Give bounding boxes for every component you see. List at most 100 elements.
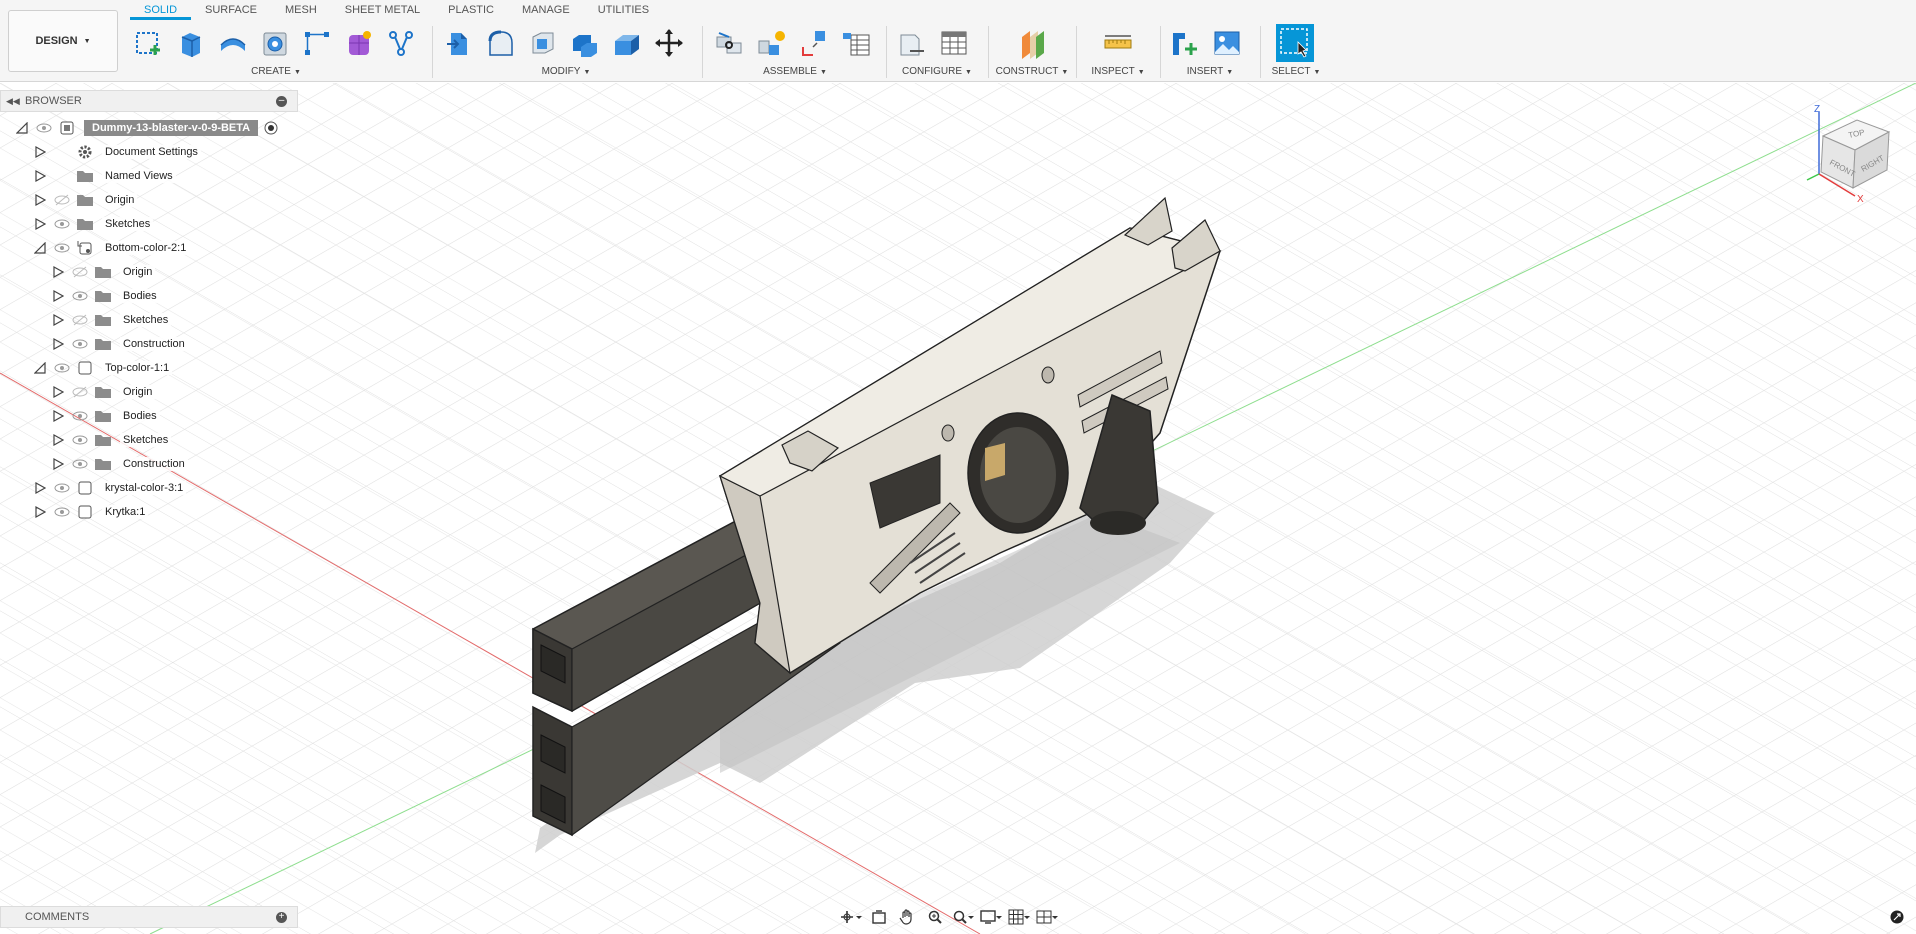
shell-icon[interactable]: [524, 24, 562, 62]
browser-item-named-views[interactable]: Named Views: [34, 166, 176, 186]
offset-plane-icon[interactable]: [1013, 24, 1051, 62]
configure-icon[interactable]: [893, 24, 931, 62]
new-component-icon[interactable]: [752, 24, 790, 62]
viewcube[interactable]: TOP FRONT RIGHT Z X: [1805, 104, 1905, 205]
display-settings-icon[interactable]: [978, 907, 1004, 927]
as-built-joint-icon[interactable]: [794, 24, 832, 62]
inspect-menu[interactable]: INSPECT ▼: [1082, 66, 1154, 77]
expand-triangle-icon[interactable]: [52, 314, 64, 326]
expand-triangle-icon[interactable]: [52, 338, 64, 350]
modify-menu[interactable]: MODIFY ▼: [440, 66, 692, 77]
construct-menu[interactable]: CONSTRUCT ▼: [994, 66, 1070, 77]
joint-icon[interactable]: [710, 24, 748, 62]
tab-mesh[interactable]: MESH: [271, 0, 331, 20]
workspace-switcher[interactable]: DESIGN ▼: [8, 10, 118, 72]
fillet-icon[interactable]: [482, 24, 520, 62]
move-icon[interactable]: [650, 24, 688, 62]
expand-triangle-icon[interactable]: [52, 434, 64, 446]
minimize-icon[interactable]: –: [276, 96, 287, 107]
add-comment-icon[interactable]: +: [276, 912, 287, 923]
collapse-triangle-icon[interactable]: [34, 242, 46, 254]
orbit-icon[interactable]: [838, 907, 864, 927]
zoom-icon[interactable]: [922, 907, 948, 927]
browser-item-origin[interactable]: Origin: [52, 382, 156, 402]
browser-item-bottom-color[interactable]: Bottom-color-2:1: [34, 238, 190, 258]
browser-item-top-color[interactable]: Top-color-1:1: [34, 358, 173, 378]
derive-icon[interactable]: [382, 24, 420, 62]
expand-triangle-icon[interactable]: [52, 290, 64, 302]
visibility-eye-icon[interactable]: [72, 338, 88, 350]
table-icon[interactable]: [935, 24, 973, 62]
collapse-panel-icon[interactable]: ◀◀: [6, 96, 20, 107]
expand-triangle-icon[interactable]: [34, 194, 46, 206]
browser-item-document-settings[interactable]: Document Settings: [34, 142, 201, 162]
insert-image-icon[interactable]: [1208, 24, 1246, 62]
visibility-hidden-icon[interactable]: [54, 194, 70, 206]
expand-triangle-icon[interactable]: [34, 506, 46, 518]
measure-icon[interactable]: [1099, 24, 1137, 62]
browser-item-bodies[interactable]: Bodies: [52, 406, 160, 426]
browser-item-origin[interactable]: Origin: [52, 262, 156, 282]
grid-icon[interactable]: [1006, 907, 1032, 927]
insert-menu[interactable]: INSERT ▼: [1166, 66, 1254, 77]
expand-triangle-icon[interactable]: [52, 266, 64, 278]
revolve-icon[interactable]: [214, 24, 252, 62]
browser-item-krytka[interactable]: Krytka:1: [34, 502, 149, 522]
create-menu[interactable]: CREATE ▼: [130, 66, 422, 77]
comments-panel[interactable]: COMMENTS +: [0, 906, 298, 928]
visibility-eye-icon[interactable]: [54, 482, 70, 494]
expand-triangle-icon[interactable]: [52, 458, 64, 470]
browser-item-sketches[interactable]: Sketches: [52, 310, 172, 330]
tab-plastic[interactable]: PLASTIC: [434, 0, 508, 20]
visibility-eye-icon[interactable]: [72, 434, 88, 446]
tab-manage[interactable]: MANAGE: [508, 0, 584, 20]
visibility-eye-icon[interactable]: [54, 506, 70, 518]
create-sketch-icon[interactable]: [130, 24, 168, 62]
offset-face-icon[interactable]: [608, 24, 646, 62]
expand-triangle-icon[interactable]: [52, 410, 64, 422]
activate-radio-icon[interactable]: [264, 121, 278, 135]
text-commands-icon[interactable]: [1890, 910, 1904, 924]
visibility-eye-icon[interactable]: [54, 362, 70, 374]
expand-triangle-icon[interactable]: [52, 386, 64, 398]
viewports-icon[interactable]: [1034, 907, 1060, 927]
expand-triangle-icon[interactable]: [34, 146, 46, 158]
browser-item-construction[interactable]: Construction: [52, 334, 188, 354]
extrude-icon[interactable]: [172, 24, 210, 62]
hole-icon[interactable]: [256, 24, 294, 62]
look-at-icon[interactable]: [866, 907, 892, 927]
select-menu[interactable]: SELECT ▼: [1266, 66, 1326, 77]
browser-item-sketches[interactable]: Sketches: [34, 214, 154, 234]
tab-utilities[interactable]: UTILITIES: [584, 0, 663, 20]
visibility-hidden-icon[interactable]: [72, 266, 88, 278]
visibility-hidden-icon[interactable]: [72, 314, 88, 326]
browser-item-bodies[interactable]: Bodies: [52, 286, 160, 306]
visibility-eye-icon[interactable]: [72, 290, 88, 302]
expand-triangle-icon[interactable]: [34, 170, 46, 182]
browser-item-origin[interactable]: Origin: [34, 190, 138, 210]
tab-sheet-metal[interactable]: SHEET METAL: [331, 0, 434, 20]
visibility-hidden-icon[interactable]: [72, 386, 88, 398]
insert-derive-icon[interactable]: [1166, 24, 1204, 62]
expand-triangle-icon[interactable]: [34, 218, 46, 230]
visibility-eye-icon[interactable]: [72, 458, 88, 470]
visibility-eye-icon[interactable]: [72, 410, 88, 422]
assemble-menu[interactable]: ASSEMBLE ▼: [710, 66, 880, 77]
collapse-triangle-icon[interactable]: [16, 122, 28, 134]
browser-root-node[interactable]: Dummy-13-blaster-v-0-9-BETA: [16, 118, 278, 138]
bom-icon[interactable]: [836, 24, 874, 62]
pattern-icon[interactable]: [298, 24, 336, 62]
form-icon[interactable]: [340, 24, 378, 62]
tab-surface[interactable]: SURFACE: [191, 0, 271, 20]
tab-solid[interactable]: SOLID: [130, 0, 192, 20]
visibility-eye-icon[interactable]: [54, 218, 70, 230]
select-window-icon[interactable]: [1276, 24, 1314, 62]
collapse-triangle-icon[interactable]: [34, 362, 46, 374]
browser-item-krystal-color[interactable]: krystal-color-3:1: [34, 478, 187, 498]
expand-triangle-icon[interactable]: [34, 482, 46, 494]
visibility-eye-icon[interactable]: [36, 122, 52, 134]
configure-menu[interactable]: CONFIGURE ▼: [893, 66, 981, 77]
press-pull-icon[interactable]: [440, 24, 478, 62]
visibility-eye-icon[interactable]: [54, 242, 70, 254]
fit-icon[interactable]: [950, 907, 976, 927]
